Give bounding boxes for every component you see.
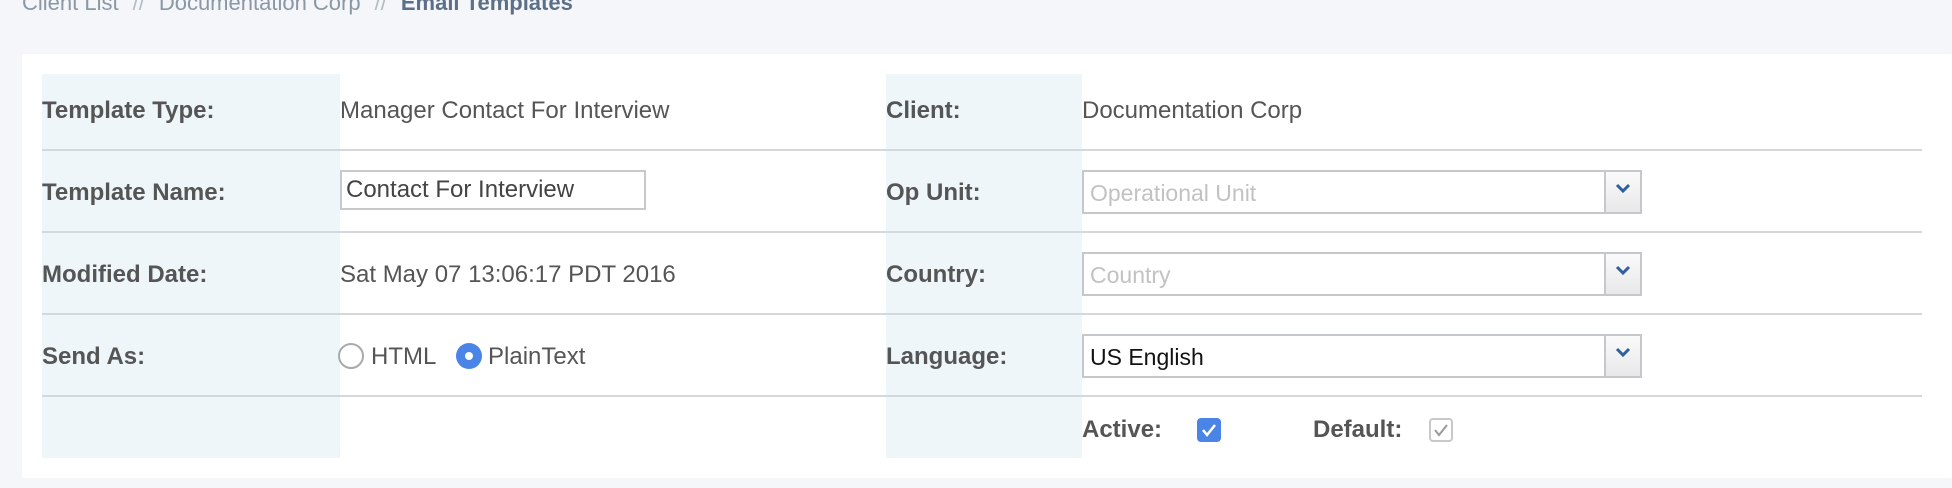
client-value: Documentation Corp xyxy=(1082,97,1303,124)
country-select[interactable]: Country xyxy=(1082,252,1642,296)
language-selected-value: US English xyxy=(1090,344,1204,370)
modified-date-label: Modified Date: xyxy=(42,261,208,288)
op-unit-dropdown-button[interactable] xyxy=(1604,172,1640,212)
default-checkbox[interactable] xyxy=(1429,418,1453,442)
op-unit-select[interactable]: Operational Unit xyxy=(1082,170,1642,214)
client-label: Client: xyxy=(886,97,961,124)
chevron-down-icon xyxy=(1615,265,1631,276)
language-select[interactable]: US English xyxy=(1082,334,1642,378)
send-as-label: Send As: xyxy=(42,343,146,370)
language-label: Language: xyxy=(886,343,1008,370)
country-dropdown-button[interactable] xyxy=(1604,254,1640,294)
template-name-label: Template Name: xyxy=(42,179,226,206)
row-divider xyxy=(42,395,1922,397)
active-checkbox[interactable] xyxy=(1197,418,1221,442)
chevron-down-icon xyxy=(1615,183,1631,194)
breadcrumb-current: Email Templates xyxy=(400,0,573,15)
template-name-input[interactable] xyxy=(340,170,646,210)
default-label: Default: xyxy=(1313,416,1403,443)
country-placeholder: Country xyxy=(1090,262,1171,288)
modified-date-value: Sat May 07 13:06:17 PDT 2016 xyxy=(340,261,676,288)
template-type-label: Template Type: xyxy=(42,97,215,124)
row-divider xyxy=(42,149,1922,151)
checkmark-icon xyxy=(1434,424,1448,437)
country-label: Country: xyxy=(886,261,986,288)
send-as-plaintext-radio[interactable] xyxy=(456,343,482,369)
send-as-html-radio[interactable] xyxy=(338,343,364,369)
breadcrumb: Client List // Documentation Corp // Email T… xyxy=(22,0,573,20)
template-type-value: Manager Contact For Interview xyxy=(340,97,670,124)
breadcrumb-separator: // xyxy=(374,0,387,15)
breadcrumb-separator: // xyxy=(132,0,145,15)
send-as-plaintext-label[interactable]: PlainText xyxy=(488,343,585,371)
chevron-down-icon xyxy=(1615,347,1631,358)
send-as-html-label[interactable]: HTML xyxy=(371,343,436,371)
active-label: Active: xyxy=(1082,416,1163,443)
row-divider xyxy=(42,313,1922,315)
op-unit-label: Op Unit: xyxy=(886,179,981,206)
breadcrumb-client-list[interactable]: Client List xyxy=(22,0,119,15)
language-dropdown-button[interactable] xyxy=(1604,336,1640,376)
row-divider xyxy=(42,231,1922,233)
breadcrumb-documentation-corp[interactable]: Documentation Corp xyxy=(159,0,361,15)
checkmark-icon xyxy=(1202,424,1216,438)
op-unit-placeholder: Operational Unit xyxy=(1090,180,1257,206)
